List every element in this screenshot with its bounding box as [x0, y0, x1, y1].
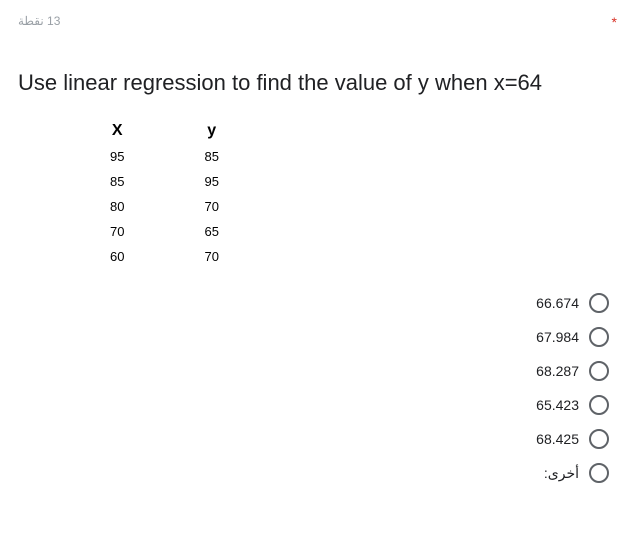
data-table: X y 95 85 85 95 80 70 70 65 60 70 [70, 118, 259, 269]
cell-x: 95 [70, 144, 164, 169]
required-star-icon: * [612, 14, 617, 30]
cell-x: 70 [70, 219, 164, 244]
option-5[interactable]: 68.425 [536, 429, 609, 449]
option-4[interactable]: 65.423 [536, 395, 609, 415]
cell-y: 65 [164, 219, 258, 244]
question-header: 13 نقطة * [18, 14, 617, 30]
radio-icon [589, 463, 609, 483]
option-label: 66.674 [536, 295, 579, 311]
option-label: 68.425 [536, 431, 579, 447]
points-label: 13 نقطة [18, 14, 60, 28]
options-block: 66.674 67.984 68.287 65.423 68.425 أخرى: [18, 293, 617, 483]
radio-icon [589, 429, 609, 449]
table-row: 85 95 [70, 169, 259, 194]
cell-y: 70 [164, 194, 258, 219]
cell-y: 70 [164, 244, 258, 269]
cell-y: 85 [164, 144, 258, 169]
option-label-other: أخرى: [544, 465, 579, 482]
table-row: 95 85 [70, 144, 259, 169]
radio-icon [589, 361, 609, 381]
radio-icon [589, 327, 609, 347]
cell-x: 60 [70, 244, 164, 269]
option-other[interactable]: أخرى: [544, 463, 609, 483]
question-text: Use linear regression to find the value … [18, 70, 617, 96]
cell-x: 80 [70, 194, 164, 219]
col-header-x: X [70, 118, 164, 144]
option-label: 68.287 [536, 363, 579, 379]
table-row: 80 70 [70, 194, 259, 219]
table-row: 60 70 [70, 244, 259, 269]
option-2[interactable]: 67.984 [536, 327, 609, 347]
option-label: 67.984 [536, 329, 579, 345]
table-header-row: X y [70, 118, 259, 144]
col-header-y: y [164, 118, 258, 144]
radio-icon [589, 395, 609, 415]
table-row: 70 65 [70, 219, 259, 244]
cell-y: 95 [164, 169, 258, 194]
option-label: 65.423 [536, 397, 579, 413]
radio-icon [589, 293, 609, 313]
option-1[interactable]: 66.674 [536, 293, 609, 313]
cell-x: 85 [70, 169, 164, 194]
option-3[interactable]: 68.287 [536, 361, 609, 381]
